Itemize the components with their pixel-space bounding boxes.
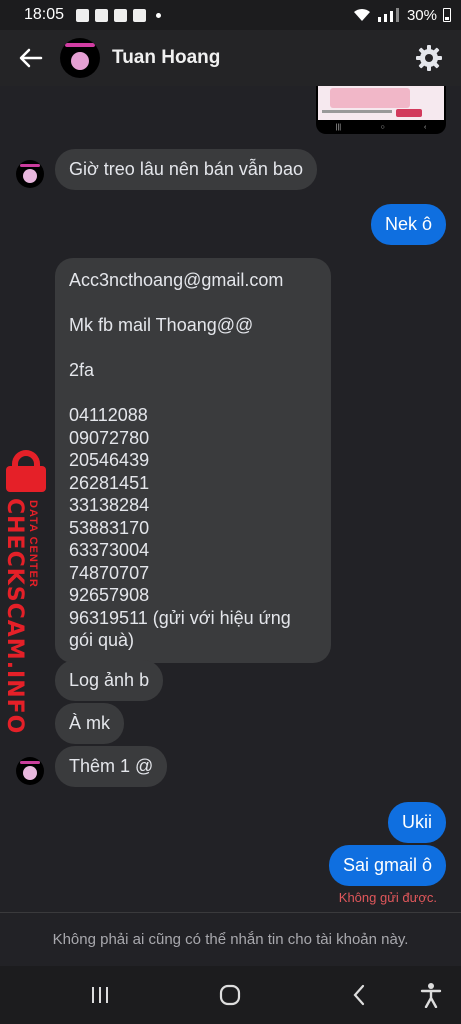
message-line: Mk fb mail Thoang@@	[69, 315, 254, 335]
message-line: 92657908	[69, 585, 150, 605]
wifi-icon	[353, 8, 370, 21]
message-bubble-outgoing[interactable]: Nek ô	[370, 204, 446, 245]
message-line: 04112088	[69, 405, 148, 425]
battery-icon	[443, 8, 451, 22]
back-arrow-icon	[19, 48, 43, 68]
send-failed-status[interactable]: Không gửi được.	[339, 890, 437, 905]
message-bubble-outgoing[interactable]: Ukii	[388, 802, 446, 843]
message-bubble-incoming[interactable]: À mk	[55, 703, 125, 744]
video-icon	[114, 8, 128, 22]
watermark-text: CHECKSCAM.INFO	[2, 498, 27, 735]
home-button[interactable]	[210, 975, 250, 1015]
message-line: gói quà)	[69, 630, 135, 650]
message-line: 2fa	[69, 360, 95, 380]
back-button[interactable]	[16, 43, 46, 73]
message-bubble-incoming[interactable]: Giờ treo lâu nên bán vẫn bao	[55, 149, 317, 190]
system-navigation-bar	[0, 966, 461, 1024]
chevron-left-icon	[353, 984, 365, 1006]
image-icon	[76, 8, 90, 22]
checkscam-watermark: CHECKSCAM.INFO DATA CENTER	[0, 450, 56, 734]
contact-avatar[interactable]	[60, 38, 100, 78]
messaging-restricted-notice: Không phải ai cũng có thể nhắn tin cho t…	[0, 912, 461, 966]
message-line: 26281451	[69, 472, 150, 493]
recent-apps-icon	[92, 987, 108, 1003]
gear-icon	[416, 45, 442, 71]
message-line: 63373004	[69, 540, 150, 560]
contact-name[interactable]: Tuan Hoang	[112, 47, 220, 69]
message-line: 20546439	[69, 450, 150, 470]
message-line: 53883170	[69, 517, 150, 538]
lock-icon	[3, 450, 49, 492]
status-time: 18:05	[24, 6, 65, 23]
accessibility-icon	[420, 983, 442, 1008]
sender-avatar[interactable]	[16, 160, 44, 188]
message-line: 09072780	[69, 427, 150, 448]
notification-icons	[76, 8, 147, 22]
battery-level: 30%	[406, 6, 437, 24]
settings-button[interactable]	[413, 42, 445, 74]
message-line: 33138284	[69, 495, 150, 515]
status-bar: 18:05 30%	[0, 0, 461, 30]
shop-icon	[133, 8, 147, 22]
sender-avatar[interactable]	[16, 757, 44, 785]
message-line: 74870707	[69, 562, 150, 583]
signal-icon	[377, 8, 399, 22]
recent-apps-button[interactable]	[80, 975, 120, 1015]
accessibility-button[interactable]	[411, 975, 451, 1015]
shared-image-thumbnail[interactable]: ||| ○ ‹	[316, 86, 446, 134]
message-line: 96319511 (gửi với hiệu ứng	[69, 607, 291, 628]
message-list[interactable]: ||| ○ ‹ Giờ treo lâu nên bán vẫn bao Nek ô…	[0, 86, 461, 912]
message-bubble-outgoing-failed[interactable]: Sai gmail ô	[328, 845, 446, 886]
home-icon	[219, 984, 241, 1006]
youtube-icon	[95, 8, 109, 22]
message-line: Acc3ncthoang@gmail.com	[69, 270, 284, 290]
chat-header: Tuan Hoang	[0, 30, 461, 86]
thumbnail-banner	[330, 88, 410, 108]
message-bubble-incoming[interactable]: Log ảnh b	[55, 660, 164, 701]
message-bubble-incoming-credentials[interactable]: Acc3ncthoang@gmail.com Mk fb mail Thoang…	[55, 258, 331, 663]
back-nav-button[interactable]	[339, 975, 379, 1015]
message-bubble-incoming[interactable]: Thêm 1 @	[55, 746, 168, 787]
watermark-subtext: DATA CENTER	[27, 500, 39, 588]
notification-dot	[156, 12, 162, 18]
